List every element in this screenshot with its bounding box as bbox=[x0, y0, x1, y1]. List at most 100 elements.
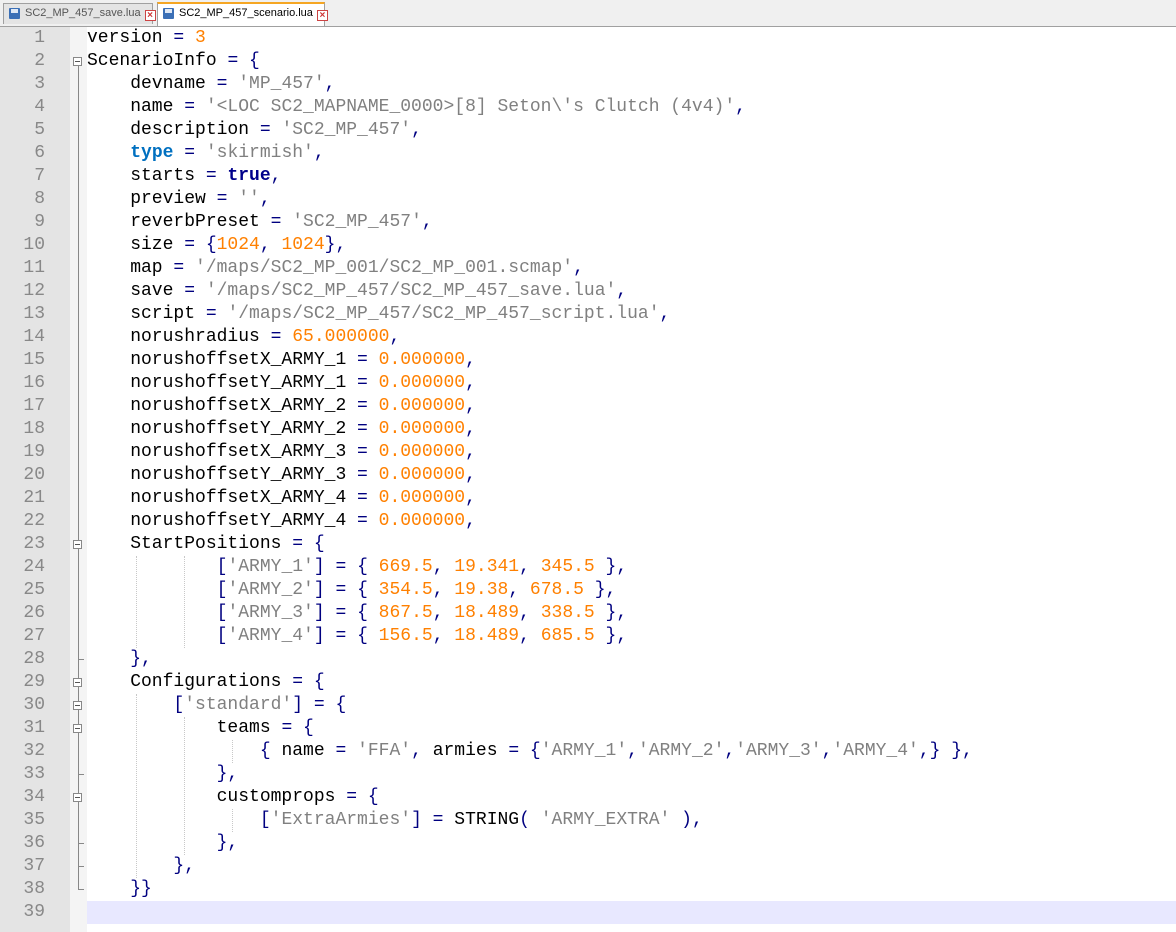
code-line[interactable]: 34 customprops = { bbox=[0, 786, 1176, 809]
code-text: name = '<LOC SC2_MAPNAME_0000>[8] Seton\… bbox=[87, 96, 746, 119]
code-token: , bbox=[465, 442, 476, 462]
line-number: 39 bbox=[23, 902, 45, 922]
code-token: 18.489 bbox=[454, 603, 520, 623]
tab-save-lua[interactable]: SC2_MP_457_save.lua × bbox=[3, 3, 156, 24]
code-line[interactable]: 16 norushoffsetY_ARMY_1 = 0.000000, bbox=[0, 372, 1176, 395]
code-token: script bbox=[87, 304, 206, 324]
code-token: 'ARMY_1' bbox=[540, 741, 628, 761]
code-token: '<LOC SC2_MAPNAME_0000>[8] Seton\'s Clut… bbox=[205, 97, 736, 117]
code-line[interactable]: 22 norushoffsetY_ARMY_4 = 0.000000, bbox=[0, 510, 1176, 533]
code-line[interactable]: 36 }, bbox=[0, 832, 1176, 855]
line-number: 28 bbox=[23, 649, 45, 669]
code-line[interactable]: 11 map = '/maps/SC2_MP_001/SC2_MP_001.sc… bbox=[0, 257, 1176, 280]
code-line[interactable]: 8 preview = '', bbox=[0, 188, 1176, 211]
code-line[interactable]: 37 }, bbox=[0, 855, 1176, 878]
code-line[interactable]: 6 type = 'skirmish', bbox=[0, 142, 1176, 165]
code-token: = bbox=[270, 327, 293, 347]
code-text: save = '/maps/SC2_MP_457/SC2_MP_457_save… bbox=[87, 280, 627, 303]
fold-toggle-icon[interactable] bbox=[73, 540, 82, 549]
code-editor[interactable]: 1 version = 3 2 ScenarioInfo = {3 devname =… bbox=[0, 27, 1176, 932]
code-token: = bbox=[357, 373, 379, 393]
line-number: 26 bbox=[23, 603, 45, 623]
code-token: 685.5 bbox=[540, 626, 595, 646]
code-line[interactable]: 14 norushradius = 65.000000, bbox=[0, 326, 1176, 349]
code-token: 3 bbox=[195, 28, 206, 48]
code-token: 0.000000 bbox=[378, 442, 466, 462]
code-line[interactable]: 38 }} bbox=[0, 878, 1176, 901]
code-token: }, bbox=[594, 557, 628, 577]
code-line[interactable]: 12 save = '/maps/SC2_MP_457/SC2_MP_457_s… bbox=[0, 280, 1176, 303]
code-line[interactable]: 19 norushoffsetX_ARMY_3 = 0.000000, bbox=[0, 441, 1176, 464]
code-text: ['ARMY_4'] = { 156.5, 18.489, 685.5 }, bbox=[87, 625, 628, 648]
code-token: }} bbox=[87, 879, 152, 899]
code-token: '/maps/SC2_MP_457/SC2_MP_457_script.lua' bbox=[227, 304, 660, 324]
code-token: }, bbox=[87, 833, 239, 853]
fold-toggle-icon[interactable] bbox=[73, 793, 82, 802]
code-line[interactable]: 24 ['ARMY_1'] = { 669.5, 19.341, 345.5 }… bbox=[0, 556, 1176, 579]
code-token: 'SC2_MP_457' bbox=[281, 120, 412, 140]
line-number: 21 bbox=[23, 488, 45, 508]
code-line[interactable]: 31 teams = { bbox=[0, 717, 1176, 740]
code-line[interactable]: 27 ['ARMY_4'] = { 156.5, 18.489, 685.5 }… bbox=[0, 625, 1176, 648]
code-token: 0.000000 bbox=[378, 350, 466, 370]
code-token: }, bbox=[583, 580, 617, 600]
indent-guide bbox=[136, 556, 137, 648]
code-token: = bbox=[205, 166, 228, 186]
code-line[interactable]: 3 devname = 'MP_457', bbox=[0, 73, 1176, 96]
code-line[interactable]: 2 ScenarioInfo = { bbox=[0, 50, 1176, 73]
line-number: 15 bbox=[23, 350, 45, 370]
code-token: , bbox=[259, 189, 271, 209]
code-line[interactable]: 5 description = 'SC2_MP_457', bbox=[0, 119, 1176, 142]
code-line[interactable]: 9 reverbPreset = 'SC2_MP_457', bbox=[0, 211, 1176, 234]
line-number: 10 bbox=[23, 235, 45, 255]
code-token: STRING bbox=[454, 810, 520, 830]
line-number: 33 bbox=[23, 764, 45, 784]
code-text: customprops = { bbox=[87, 786, 379, 809]
code-line[interactable]: 29 Configurations = { bbox=[0, 671, 1176, 694]
code-line[interactable]: 1 version = 3 bbox=[0, 27, 1176, 50]
code-token: , bbox=[519, 626, 541, 646]
code-text: norushoffsetX_ARMY_3 = 0.000000, bbox=[87, 441, 476, 464]
code-token: 19.38 bbox=[454, 580, 509, 600]
line-number: 20 bbox=[23, 465, 45, 485]
code-line[interactable]: 10 size = {1024, 1024}, bbox=[0, 234, 1176, 257]
code-line[interactable]: 26 ['ARMY_3'] = { 867.5, 18.489, 338.5 }… bbox=[0, 602, 1176, 625]
code-line[interactable]: 7 starts = true, bbox=[0, 165, 1176, 188]
code-text: map = '/maps/SC2_MP_001/SC2_MP_001.scmap… bbox=[87, 257, 584, 280]
code-line[interactable]: 21 norushoffsetX_ARMY_4 = 0.000000, bbox=[0, 487, 1176, 510]
close-tab-icon[interactable]: × bbox=[144, 10, 156, 21]
code-token: norushoffsetY_ARMY_3 bbox=[87, 465, 358, 485]
fold-toggle-icon[interactable] bbox=[73, 701, 82, 710]
code-line[interactable]: 17 norushoffsetX_ARMY_2 = 0.000000, bbox=[0, 395, 1176, 418]
code-line[interactable]: 18 norushoffsetY_ARMY_2 = 0.000000, bbox=[0, 418, 1176, 441]
code-line[interactable]: 20 norushoffsetY_ARMY_3 = 0.000000, bbox=[0, 464, 1176, 487]
line-number: 13 bbox=[23, 304, 45, 324]
code-text: }} bbox=[87, 878, 152, 901]
code-token: }, bbox=[594, 603, 628, 623]
code-line[interactable]: 4 name = '<LOC SC2_MAPNAME_0000>[8] Seto… bbox=[0, 96, 1176, 119]
close-tab-icon[interactable]: × bbox=[316, 10, 328, 21]
code-token: }, bbox=[87, 649, 152, 669]
tab-scenario-lua[interactable]: SC2_MP_457_scenario.lua × bbox=[157, 2, 328, 26]
code-line[interactable]: 23 StartPositions = { bbox=[0, 533, 1176, 556]
line-number: 12 bbox=[23, 281, 45, 301]
code-line[interactable]: 33 }, bbox=[0, 763, 1176, 786]
code-line[interactable]: 39 bbox=[23, 901, 1176, 924]
code-token: 0.000000 bbox=[378, 419, 466, 439]
code-line[interactable]: 13 script = '/maps/SC2_MP_457/SC2_MP_457… bbox=[0, 303, 1176, 326]
code-line[interactable]: 28 }, bbox=[0, 648, 1176, 671]
code-line[interactable]: 35 ['ExtraArmies'] = STRING( 'ARMY_EXTRA… bbox=[0, 809, 1176, 832]
code-text: ['ARMY_2'] = { 354.5, 19.38, 678.5 }, bbox=[87, 579, 617, 602]
fold-toggle-icon[interactable] bbox=[73, 724, 82, 733]
fold-toggle-icon[interactable] bbox=[73, 57, 82, 66]
code-token: ] = { bbox=[292, 695, 347, 715]
code-token: = { bbox=[227, 51, 260, 71]
code-token: 'SC2_MP_457' bbox=[292, 212, 422, 232]
code-line[interactable]: 25 ['ARMY_2'] = { 354.5, 19.38, 678.5 }, bbox=[0, 579, 1176, 602]
code-text: type = 'skirmish', bbox=[87, 142, 324, 165]
code-token: starts bbox=[87, 166, 206, 186]
code-line[interactable]: 30 ['standard'] = { bbox=[0, 694, 1176, 717]
code-line[interactable]: 32 { name = 'FFA', armies = {'ARMY_1','A… bbox=[0, 740, 1176, 763]
fold-toggle-icon[interactable] bbox=[73, 678, 82, 687]
code-line[interactable]: 15 norushoffsetX_ARMY_1 = 0.000000, bbox=[0, 349, 1176, 372]
